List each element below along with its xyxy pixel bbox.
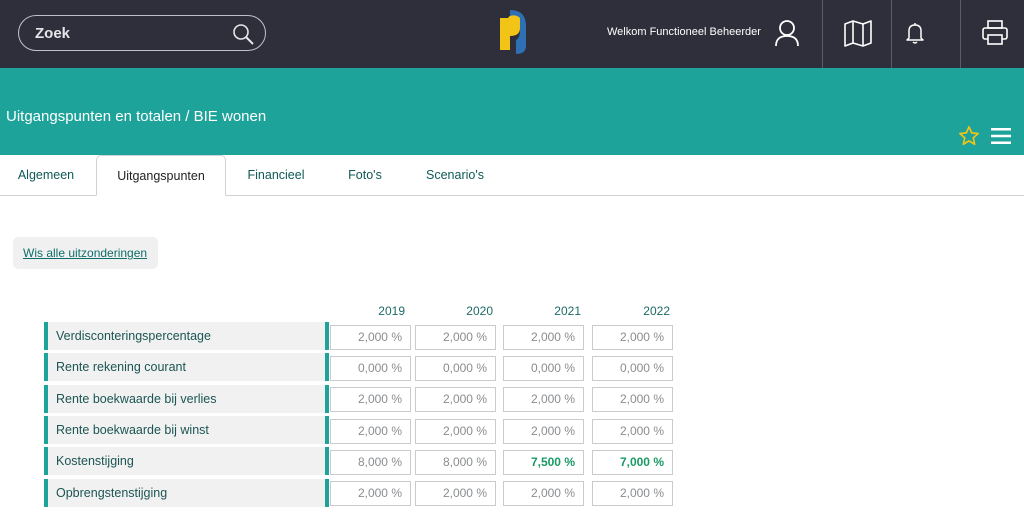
value-cell-exception[interactable]: 7,000 % xyxy=(592,450,673,475)
search-icon[interactable] xyxy=(231,22,255,46)
value-cell[interactable]: 0,000 % xyxy=(592,356,673,381)
bell-icon[interactable] xyxy=(900,18,930,48)
page-header: Uitgangspunten en totalen / BIE wonen xyxy=(0,68,1024,155)
star-icon[interactable] xyxy=(958,125,980,147)
value-cell[interactable]: 2,000 % xyxy=(415,387,496,412)
menu-icon[interactable] xyxy=(991,127,1011,145)
row-label: Kostenstijging xyxy=(44,447,329,475)
year-header: 2021 xyxy=(554,304,581,318)
tab-algemeen[interactable]: Algemeen xyxy=(6,155,86,196)
value-cell[interactable]: 0,000 % xyxy=(415,356,496,381)
row-label: Rente boekwaarde bij winst xyxy=(44,416,329,444)
printer-icon[interactable] xyxy=(980,18,1010,48)
value-cell[interactable]: 0,000 % xyxy=(330,356,411,381)
value-cell[interactable]: 2,000 % xyxy=(592,481,673,506)
value-cell[interactable]: 2,000 % xyxy=(503,325,584,350)
top-bar: Welkom Functioneel Beheerder xyxy=(0,0,1024,68)
logo[interactable] xyxy=(492,6,528,56)
value-cell[interactable]: 2,000 % xyxy=(415,325,496,350)
tab-fotos[interactable]: Foto's xyxy=(330,155,400,196)
value-cell[interactable]: 2,000 % xyxy=(330,325,411,350)
row-label: Verdisconteringspercentage xyxy=(44,322,329,350)
year-header: 2019 xyxy=(378,304,405,318)
value-cell[interactable]: 2,000 % xyxy=(415,481,496,506)
value-cell-exception[interactable]: 7,500 % xyxy=(503,450,584,475)
search-box[interactable] xyxy=(18,15,266,51)
value-cell[interactable]: 2,000 % xyxy=(330,481,411,506)
row-label: Opbrengstenstijging xyxy=(44,479,329,507)
search-input[interactable] xyxy=(35,22,225,44)
value-cell[interactable]: 2,000 % xyxy=(330,419,411,444)
value-cell[interactable]: 2,000 % xyxy=(330,387,411,412)
value-cell[interactable]: 2,000 % xyxy=(503,419,584,444)
tab-financieel[interactable]: Financieel xyxy=(236,155,316,196)
value-cell[interactable]: 2,000 % xyxy=(592,419,673,444)
year-header: 2020 xyxy=(466,304,493,318)
user-icon[interactable] xyxy=(774,19,800,47)
tab-scenarios[interactable]: Scenario's xyxy=(413,155,497,196)
divider xyxy=(960,0,961,68)
value-cell[interactable]: 0,000 % xyxy=(503,356,584,381)
map-icon[interactable] xyxy=(843,18,873,48)
value-cell[interactable]: 2,000 % xyxy=(503,387,584,412)
page-title: Uitgangspunten en totalen / BIE wonen xyxy=(6,108,267,125)
row-label: Rente boekwaarde bij verlies xyxy=(44,385,329,413)
clear-exceptions-button[interactable]: Wis alle uitzonderingen xyxy=(13,237,158,269)
row-label: Rente rekening courant xyxy=(44,353,329,381)
value-cell[interactable]: 8,000 % xyxy=(330,450,411,475)
divider xyxy=(822,0,823,68)
value-cell[interactable]: 2,000 % xyxy=(592,387,673,412)
value-cell[interactable]: 2,000 % xyxy=(415,419,496,444)
year-header: 2022 xyxy=(643,304,670,318)
welcome-text: Welkom Functioneel Beheerder xyxy=(607,26,761,38)
value-cell[interactable]: 2,000 % xyxy=(592,325,673,350)
value-cell[interactable]: 8,000 % xyxy=(415,450,496,475)
tab-uitgangspunten[interactable]: Uitgangspunten xyxy=(96,155,226,196)
divider xyxy=(891,0,892,68)
value-cell[interactable]: 2,000 % xyxy=(503,481,584,506)
tab-bar: Algemeen Uitgangspunten Financieel Foto'… xyxy=(0,155,1024,196)
